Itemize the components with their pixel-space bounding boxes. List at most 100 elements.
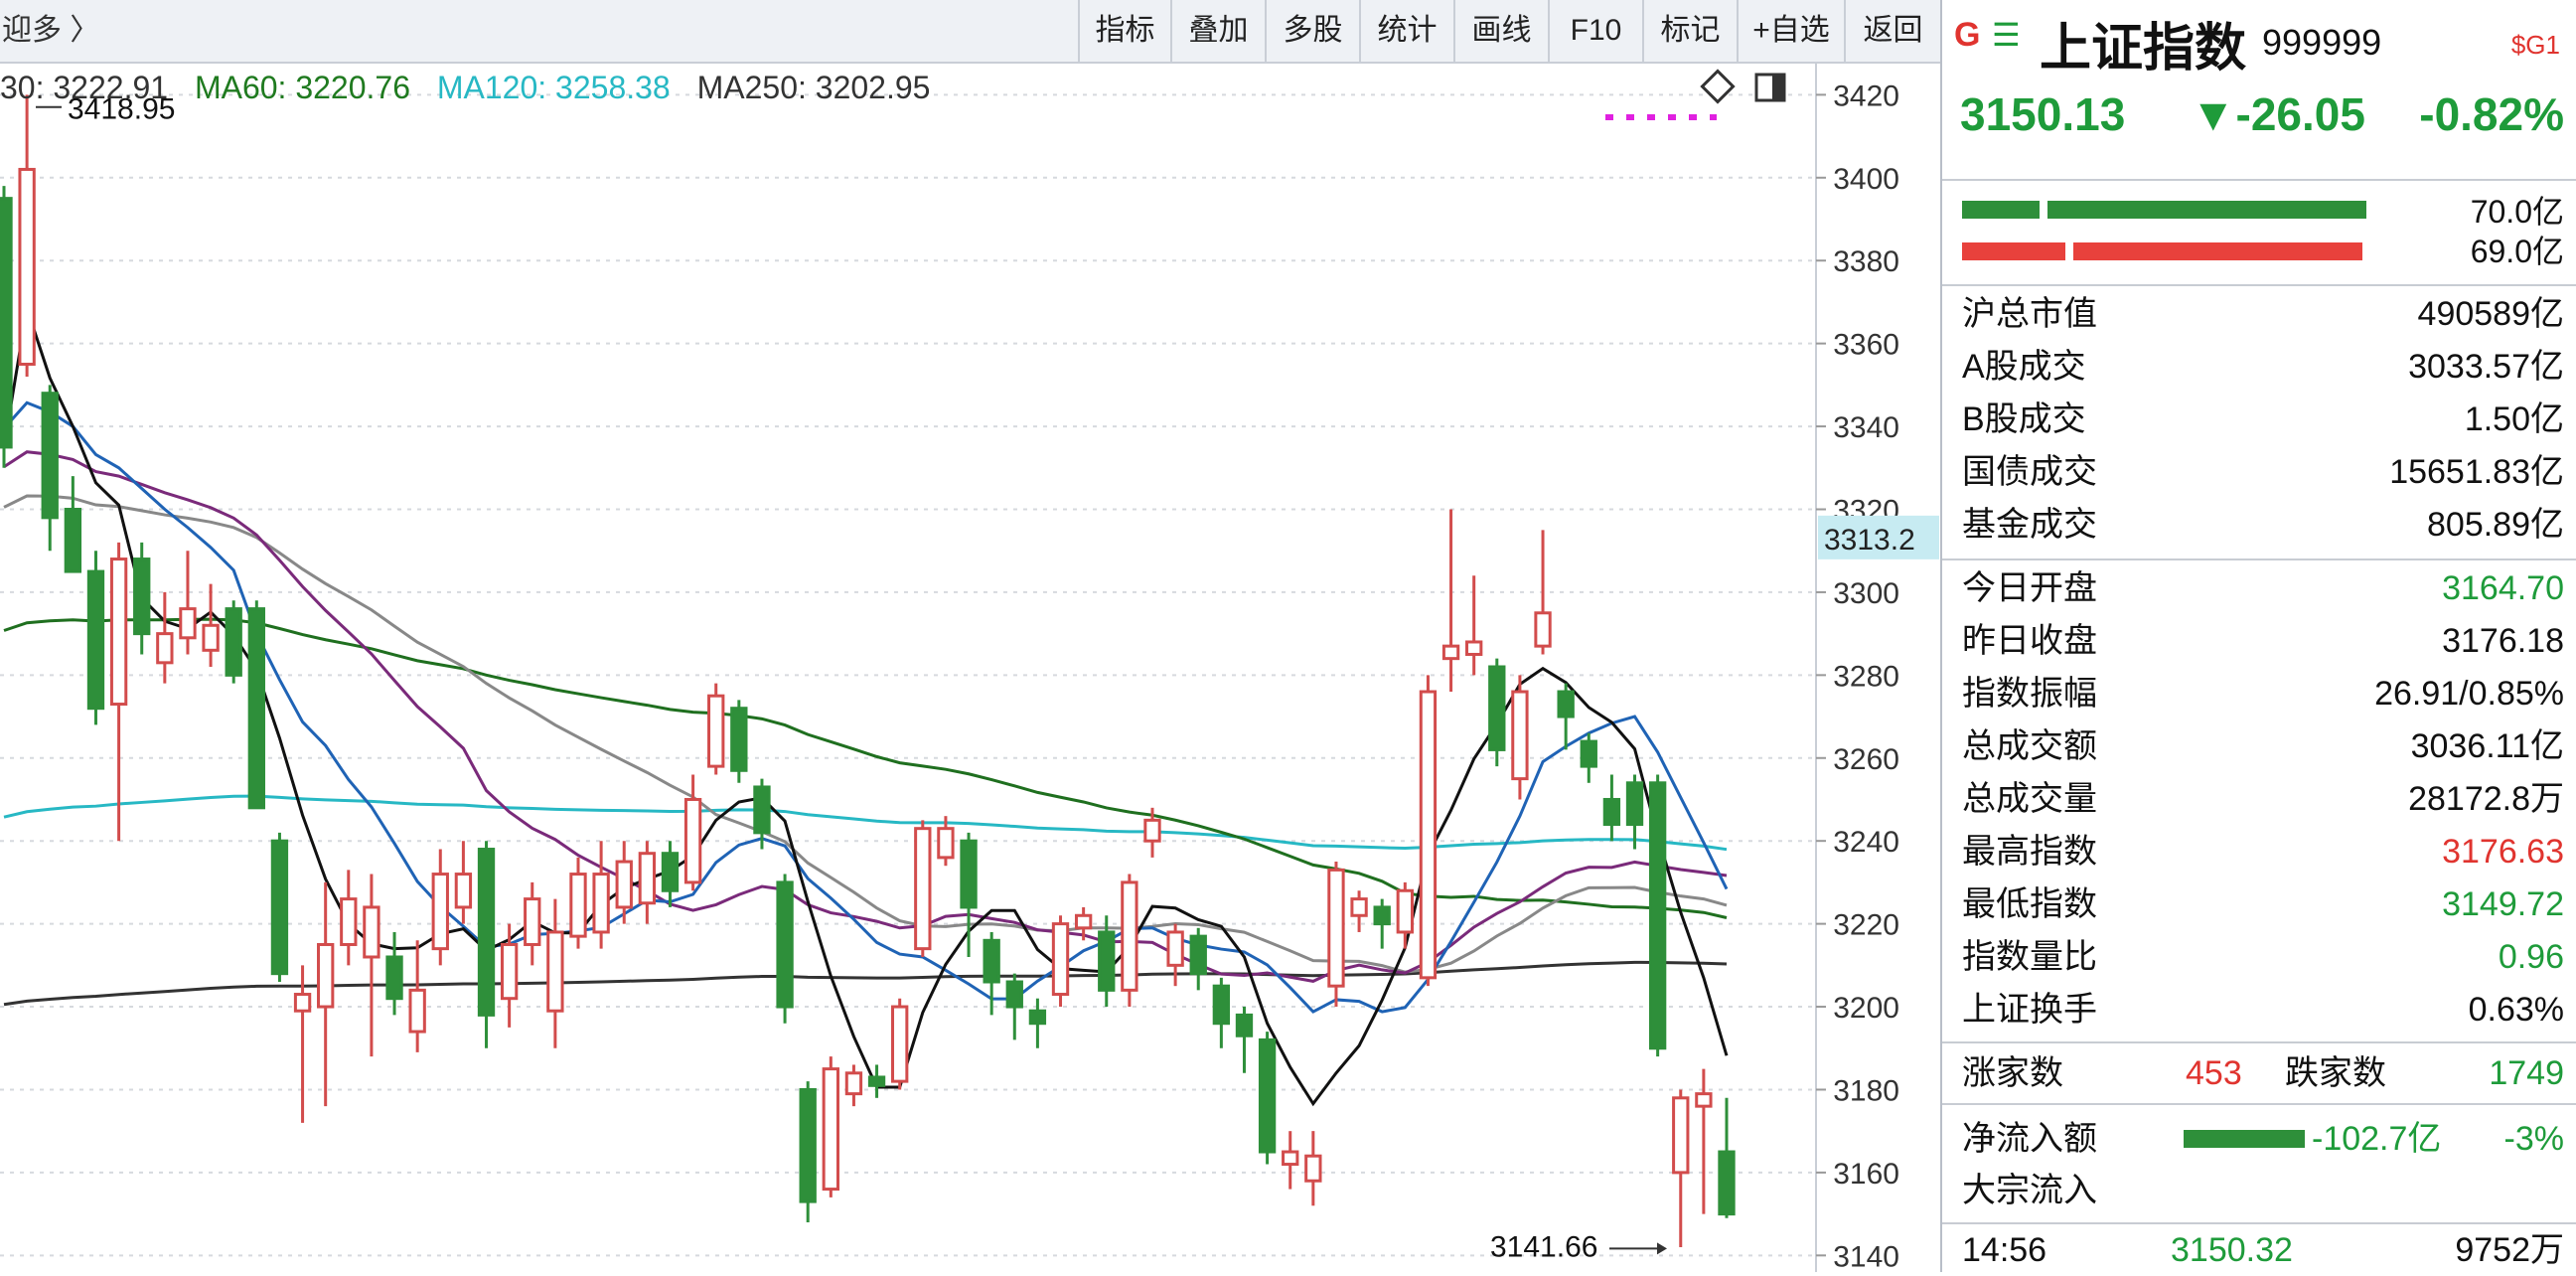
candle-body	[64, 507, 82, 573]
candle-body	[1441, 644, 1460, 661]
candle-body	[1098, 930, 1116, 992]
candle-body	[1005, 980, 1023, 1009]
net-inflow-row: 净流入额 -102.7亿 -3%	[1942, 1113, 2576, 1165]
candle-body	[707, 694, 725, 768]
price-change-pct: -0.82%	[2419, 88, 2564, 140]
candlesticks	[0, 94, 1736, 1247]
candle-body	[247, 607, 265, 810]
chart-title-tab[interactable]: 迎多 〉	[0, 0, 99, 62]
f10-button[interactable]: F10	[1548, 0, 1642, 62]
y-tick-label: 3220	[1833, 909, 1899, 942]
candle-body	[1396, 888, 1414, 934]
panel-toggle-icon[interactable]	[1754, 73, 1786, 102]
diamond-icon[interactable]	[1700, 69, 1736, 104]
net-inflow-value: -102.7亿	[2312, 1120, 2442, 1158]
toolbar: 迎多 〉 指标 叠加 多股 统计 画线 F10 标记 +自选 返回	[0, 0, 1940, 64]
y-tick-label: 3160	[1833, 1158, 1899, 1191]
add-watchlist-button[interactable]: +自选	[1737, 0, 1844, 62]
market-stat-label: 沪总市值	[1962, 295, 2097, 333]
draw-line-button[interactable]: 画线	[1453, 0, 1548, 62]
menu-icon[interactable]: ☰	[1992, 16, 2021, 54]
candle-body	[1580, 739, 1597, 768]
index-stat-value: 3036.11亿	[2410, 727, 2564, 765]
index-stat-value: 3164.70	[2442, 569, 2564, 607]
candle-body	[500, 942, 519, 1001]
down-count-label: 跌家数	[2285, 1054, 2386, 1092]
index-stat-row: 指数振幅 26.91/0.85%	[1942, 668, 2576, 719]
market-stat-value: 805.89亿	[2427, 506, 2564, 544]
quote-panel: G ☰ 上证指数 999999 $G1 3150.13 ▼-26.05 -0.8…	[1940, 0, 2576, 1272]
index-stat-label: 指数振幅	[1962, 675, 2097, 713]
candle-body	[86, 569, 105, 711]
candle-body	[454, 873, 473, 909]
candle-body	[1534, 611, 1552, 648]
market-stat-row: A股成交 3033.57亿	[1942, 341, 2576, 393]
y-tick-label: 3400	[1833, 163, 1899, 196]
index-stat-row: 总成交量 28172.8万	[1942, 773, 2576, 825]
market-stat-value: 15651.83亿	[2389, 453, 2564, 491]
index-stat-value: 3176.18	[2442, 622, 2564, 660]
statistics-button[interactable]: 统计	[1359, 0, 1453, 62]
market-stat-value: 3033.57亿	[2408, 348, 2564, 386]
index-stat-row: 今日开盘 3164.70	[1942, 562, 2576, 614]
net-inflow-label: 净流入额	[1962, 1120, 2097, 1158]
candle-body	[683, 797, 702, 884]
low-annotation: 3141.66	[1490, 1230, 1597, 1263]
candle-body	[1465, 640, 1483, 656]
candle-body	[1282, 1150, 1299, 1167]
candle-body	[730, 707, 748, 772]
index-stat-label: 昨日收盘	[1962, 622, 2097, 660]
index-stat-value: 28172.8万	[2408, 780, 2564, 818]
index-stat-label: 最高指数	[1962, 833, 2097, 871]
buy-flow-bar	[1962, 201, 2379, 219]
candle-body	[1304, 1154, 1322, 1183]
y-tick-label: 3200	[1833, 992, 1899, 1025]
ma120-legend: MA120: 3258.38	[436, 70, 671, 105]
candle-body	[340, 897, 358, 946]
y-tick-label: 3360	[1833, 329, 1899, 362]
indicator-button[interactable]: 指标	[1078, 0, 1170, 62]
candle-body	[133, 558, 151, 636]
tick-row: 14:56 3150.32 9752万	[1942, 1224, 2576, 1276]
candle-body	[293, 993, 312, 1013]
market-stat-label: A股成交	[1962, 348, 2086, 386]
candle-body	[1028, 1009, 1047, 1026]
candle-body	[1625, 781, 1644, 827]
mark-button[interactable]: 标记	[1642, 0, 1737, 62]
market-stat-value: 490589亿	[2417, 295, 2564, 333]
candle-body	[569, 873, 587, 938]
candle-body	[41, 392, 59, 520]
back-button[interactable]: 返回	[1844, 0, 1940, 62]
candle-body	[385, 955, 403, 1001]
multi-stock-button[interactable]: 多股	[1265, 0, 1359, 62]
candle-body	[156, 632, 174, 665]
candle-body	[1488, 665, 1506, 751]
index-stat-value: 3149.72	[2442, 885, 2564, 923]
candle-body	[983, 938, 1000, 984]
candle-body	[1121, 880, 1138, 992]
tick-volume: 9752万	[2455, 1231, 2564, 1269]
y-tick-label: 3140	[1833, 1240, 1899, 1272]
index-stat-label: 指数量比	[1962, 938, 2097, 976]
candle-body	[891, 1005, 909, 1083]
tick-time: 14:56	[1962, 1231, 2047, 1269]
index-stat-row: 昨日收盘 3176.18	[1942, 615, 2576, 667]
down-count-value: 1749	[2489, 1054, 2564, 1092]
candle-body	[1695, 1092, 1713, 1108]
candle-body	[1672, 1096, 1690, 1175]
index-stat-label: 上证换手	[1962, 991, 2097, 1029]
kline-chart[interactable]: 3420340033803360334033203300328032603240…	[0, 62, 1940, 1272]
overlay-button[interactable]: 叠加	[1170, 0, 1265, 62]
net-inflow-bar	[2184, 1130, 2305, 1148]
ma60-legend: MA60: 3220.76	[194, 70, 410, 105]
index-stat-value: 26.91/0.85%	[2374, 675, 2564, 713]
market-stat-row: 基金成交 805.89亿	[1942, 499, 2576, 551]
ma30-legend: 30: 3222.91	[0, 70, 169, 105]
y-tick-label: 3420	[1833, 80, 1899, 112]
candle-body	[661, 852, 680, 892]
candle-body	[1718, 1150, 1736, 1216]
y-tick-label: 3240	[1833, 826, 1899, 859]
sell-flow-value: 69.0亿	[2470, 234, 2564, 269]
candle-body	[524, 897, 541, 946]
group-badge[interactable]: $G1	[2511, 30, 2560, 61]
